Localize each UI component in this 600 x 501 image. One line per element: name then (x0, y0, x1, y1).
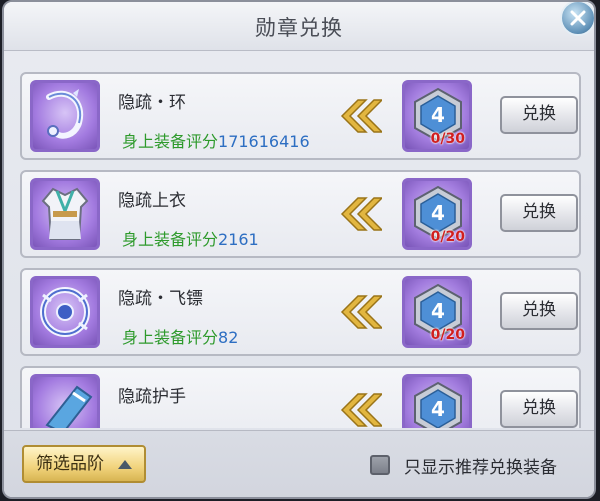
item-name: 隐疏・飞镖 (118, 289, 203, 309)
svg-text:4: 4 (431, 103, 445, 127)
svg-text:4: 4 (431, 299, 445, 323)
score-label: 身上装备评分 (122, 132, 219, 151)
filter-grade-button[interactable]: 筛选品阶 (22, 445, 146, 483)
ring-icon[interactable] (30, 80, 100, 152)
svg-text:4: 4 (431, 201, 445, 225)
medal-count: 0/20 (430, 327, 465, 343)
title-bar: 勋章兑换 (4, 2, 594, 51)
filter-grade-label: 筛选品阶 (36, 454, 104, 474)
recommended-only-label[interactable]: 只显示推荐兑换装备 (404, 453, 557, 478)
double-chevron-left-icon (340, 197, 382, 231)
score-value: 171616416 (218, 132, 310, 151)
item-name: 隐疏・环 (118, 93, 186, 113)
exchange-button[interactable]: 兑换 (500, 194, 578, 232)
medal-icon[interactable]: 4 (402, 374, 472, 428)
medal-count: 0/20 (430, 229, 465, 245)
score-value: 2161 (218, 230, 259, 249)
medal-icon[interactable]: 4 0/30 (402, 80, 472, 152)
triangle-up-icon (118, 460, 132, 469)
svg-text:4: 4 (431, 397, 445, 421)
robe-icon[interactable] (30, 178, 100, 250)
dart-icon[interactable] (30, 276, 100, 348)
list-item: 隐疏上衣 身上装备评分2161 4 0/20 兑换 (20, 170, 581, 258)
close-button[interactable] (560, 2, 594, 36)
item-name: 隐疏护手 (118, 387, 186, 407)
exchange-button[interactable]: 兑换 (500, 390, 578, 428)
close-icon (570, 10, 586, 26)
exchange-button[interactable]: 兑换 (500, 292, 578, 330)
recommended-only-checkbox[interactable] (370, 455, 390, 475)
gauntlet-icon[interactable] (30, 374, 100, 428)
score-label: 身上装备评分 (122, 328, 219, 347)
exchange-list[interactable]: 隐疏・环 身上装备评分171616416 4 0/30 兑换 隐疏上衣 身上装备… (12, 58, 586, 428)
medal-icon[interactable]: 4 0/20 (402, 276, 472, 348)
item-score: 身上装备评分171616416 (122, 128, 310, 152)
window-title: 勋章兑换 (255, 16, 343, 40)
medal-exchange-panel: 勋章兑换 隐疏・环 身上装备评分171616416 4 0/30 兑换 隐疏上衣… (2, 0, 596, 499)
score-label: 身上装备评分 (122, 230, 219, 249)
score-value: 82 (218, 328, 239, 347)
footer-bar: 筛选品阶 只显示推荐兑换装备 (4, 430, 594, 497)
item-name: 隐疏上衣 (118, 191, 186, 211)
list-item: 隐疏・环 身上装备评分171616416 4 0/30 兑换 (20, 72, 581, 160)
medal-icon[interactable]: 4 0/20 (402, 178, 472, 250)
item-score: 身上装备评分82 (122, 324, 238, 348)
double-chevron-left-icon (340, 295, 382, 329)
exchange-button[interactable]: 兑换 (500, 96, 578, 134)
double-chevron-left-icon (340, 393, 382, 427)
item-score: 身上装备评分2161 (122, 226, 259, 250)
double-chevron-left-icon (340, 99, 382, 133)
list-item: 隐疏・飞镖 身上装备评分82 4 0/20 兑换 (20, 268, 581, 356)
list-item: 隐疏护手 4 兑换 (20, 366, 581, 428)
medal-count: 0/30 (430, 131, 465, 147)
